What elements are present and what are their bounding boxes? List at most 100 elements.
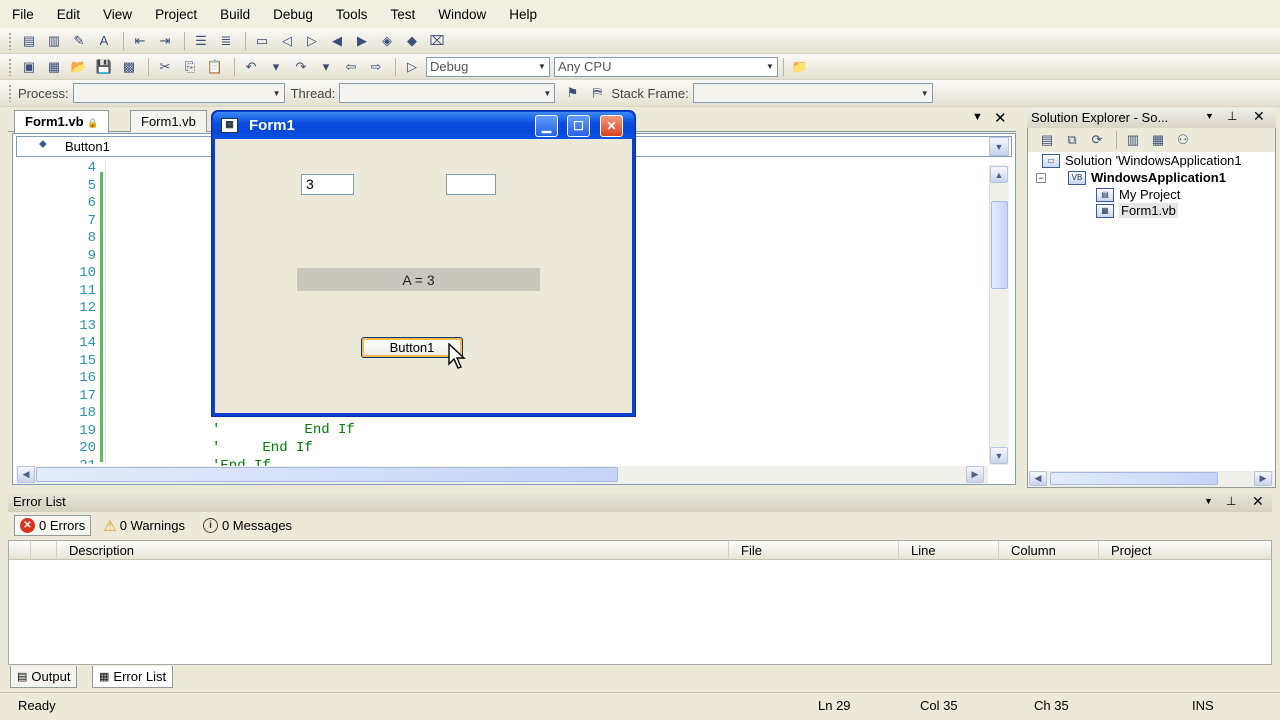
column-header-column[interactable]: Column [999,541,1099,560]
new-project-icon[interactable]: ▣ [18,57,40,77]
refresh-icon[interactable]: ⟳ [1086,130,1108,150]
find-in-files-icon[interactable]: 📁 [789,57,811,77]
toggle-flag-icon[interactable]: ⚑ [561,83,583,103]
column-header-line[interactable]: Line [899,541,999,560]
start-debugging-icon[interactable]: ▷ [401,57,423,77]
menu-help[interactable]: Help [509,7,537,22]
save-icon[interactable]: 💾 [93,57,115,77]
class-diagram-icon[interactable]: ⚇ [1172,130,1194,150]
undo-dropdown-icon[interactable]: ▾ [265,57,287,77]
cut-icon[interactable]: ✂ [154,57,176,77]
member-list-icon[interactable]: ▥ [43,31,65,51]
code-line-19[interactable]: ' End If [212,422,355,438]
scroll-thumb[interactable] [991,201,1008,289]
errors-filter-button[interactable]: ✕ 0 Errors [14,515,92,536]
menu-tools[interactable]: Tools [336,7,368,22]
outdent-icon[interactable]: ⇤ [129,31,151,51]
view-designer-icon[interactable]: ▦ [1147,130,1169,150]
tab-form1-code[interactable]: Form1.vb 🔒 [14,110,110,133]
column-header-project[interactable]: Project [1099,541,1271,560]
open-file-icon[interactable]: 📂 [68,57,90,77]
scroll-up-icon[interactable]: ▲ [990,166,1008,183]
object-list-icon[interactable]: ▤ [18,31,40,51]
column-header-description[interactable]: Description [57,541,729,560]
close-icon[interactable]: ✕ [1253,108,1265,125]
tree-form1[interactable]: ▦ Form1.vb [1096,203,1178,218]
scroll-right-icon[interactable]: ▶ [1254,471,1272,486]
tab-output[interactable]: ▤ Output [10,666,78,688]
chevron-down-icon[interactable]: ▼ [1204,496,1213,506]
bookmark-next-icon[interactable]: ▷ [301,31,323,51]
collapse-icon[interactable]: − [1036,172,1046,183]
scroll-thumb[interactable] [36,467,618,482]
comment-icon[interactable]: ☰ [190,31,212,51]
bookmark-doc-next-icon[interactable]: ◆ [401,31,423,51]
editor-horizontal-scrollbar[interactable]: ◀ ▶ [16,466,988,484]
window-list-icon[interactable]: ▼ [972,111,983,123]
column-header-number[interactable] [31,541,57,560]
menu-project[interactable]: Project [155,7,197,22]
scroll-left-icon[interactable]: ◀ [17,466,35,483]
column-header-icon[interactable] [9,541,31,560]
code-line-21[interactable]: 'End If [212,458,271,466]
scroll-right-icon[interactable]: ▶ [966,466,984,483]
close-window-button[interactable]: ✕ [600,115,623,137]
paste-icon[interactable]: 📋 [204,57,226,77]
menu-file[interactable]: File [12,7,34,22]
menu-view[interactable]: View [103,7,132,22]
menu-debug[interactable]: Debug [273,7,313,22]
pin-icon[interactable]: ⊥ [1227,109,1237,123]
minimize-button[interactable]: ▁ [535,115,558,137]
indent-icon[interactable]: ⇥ [154,31,176,51]
view-code-icon[interactable]: ▥ [1122,130,1144,150]
redo-dropdown-icon[interactable]: ▾ [315,57,337,77]
platform-select[interactable]: Any CPU ▼ [554,56,778,77]
scroll-down-icon[interactable]: ▼ [990,447,1008,464]
complete-word-icon[interactable]: A [93,31,115,51]
toolbar-grip[interactable] [8,57,12,76]
pin-icon[interactable]: ⊥ [1226,494,1236,508]
messages-filter-button[interactable]: i 0 Messages [197,515,298,536]
member-combo-chevron-icon[interactable]: ▼ [989,137,1009,156]
menu-test[interactable]: Test [390,7,415,22]
tree-project[interactable]: − VB WindowsApplication1 [1036,170,1226,185]
quick-info-icon[interactable]: ✎ [68,31,90,51]
flag-threads-icon[interactable]: ⛿ [586,83,608,103]
bookmark-folder-next-icon[interactable]: ▶ [351,31,373,51]
redo-icon[interactable]: ↷ [290,57,312,77]
editor-vertical-scrollbar[interactable]: ▲ ▼ [989,165,1009,465]
show-all-files-icon[interactable]: ⧉ [1061,130,1083,150]
chevron-down-icon[interactable]: ▼ [1205,111,1214,121]
maximize-button[interactable]: ☐ [567,115,590,137]
scroll-thumb[interactable] [1050,472,1218,485]
bookmark-folder-prev-icon[interactable]: ◀ [326,31,348,51]
undo-icon[interactable]: ↶ [240,57,262,77]
textbox-input-b[interactable] [446,174,496,195]
bookmark-clear-icon[interactable]: ⌧ [426,31,448,51]
scroll-left-icon[interactable]: ◀ [1029,471,1047,486]
bookmark-doc-prev-icon[interactable]: ◈ [376,31,398,51]
configuration-select[interactable]: Debug ▼ [426,56,550,77]
column-header-file[interactable]: File [729,541,899,560]
tab-error-list[interactable]: ▦ Error List [92,666,174,688]
menu-build[interactable]: Build [220,7,250,22]
copy-icon[interactable]: ⎘ [179,57,201,77]
toolbar-grip[interactable] [8,84,12,102]
tree-my-project[interactable]: ▤ My Project [1096,187,1180,202]
uncomment-icon[interactable]: ≣ [215,31,237,51]
close-icon[interactable]: ✕ [1252,493,1264,510]
toolbar-grip[interactable] [8,31,12,50]
bookmark-toggle-icon[interactable]: ▭ [251,31,273,51]
close-document-icon[interactable]: ✕ [994,109,1007,127]
solution-explorer-hscrollbar[interactable]: ◀ ▶ [1028,471,1275,487]
code-line-20[interactable]: ' End If [212,440,313,456]
menu-window[interactable]: Window [438,7,486,22]
save-all-icon[interactable]: ▩ [118,57,140,77]
thread-select[interactable]: ▼ [339,83,556,103]
menu-edit[interactable]: Edit [57,7,80,22]
properties-icon[interactable]: ▤ [1036,130,1058,150]
navigate-backward-icon[interactable]: ⇦ [340,57,362,77]
add-item-icon[interactable]: ▦ [43,57,65,77]
navigate-forward-icon[interactable]: ⇨ [365,57,387,77]
textbox-input-a[interactable]: 3 [301,174,354,195]
